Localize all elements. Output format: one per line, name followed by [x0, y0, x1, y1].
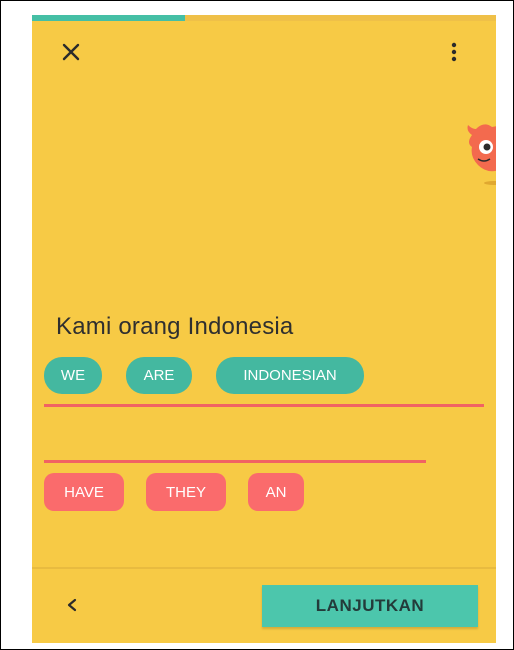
bank-chip-have[interactable]: HAVE — [44, 473, 124, 511]
word-bank-divider — [44, 460, 426, 463]
more-vertical-icon — [451, 42, 457, 62]
device-frame: Kami orang Indonesia WE ARE INDONESIAN H… — [0, 0, 514, 650]
word-bank-chips: HAVE THEY AN — [44, 473, 304, 511]
monster-mascot-icon — [467, 124, 496, 185]
progress-fill — [32, 15, 186, 21]
continue-button[interactable]: LANJUTKAN — [262, 585, 478, 627]
bank-chip-they[interactable]: THEY — [146, 473, 226, 511]
answer-chip-we[interactable]: WE — [44, 357, 102, 394]
lesson-screen: Kami orang Indonesia WE ARE INDONESIAN H… — [32, 15, 496, 643]
footer-divider — [32, 567, 496, 569]
answer-chips: WE ARE INDONESIAN — [44, 357, 364, 394]
chevron-left-icon — [67, 598, 77, 612]
bank-chip-an[interactable]: AN — [248, 473, 304, 511]
answer-chip-indonesian[interactable]: INDONESIAN — [216, 357, 364, 394]
back-button[interactable] — [60, 593, 84, 617]
answer-chip-are[interactable]: ARE — [126, 357, 192, 394]
more-options-button[interactable] — [440, 35, 468, 69]
prompt-sentence: Kami orang Indonesia — [56, 313, 294, 340]
progress-bar — [32, 15, 496, 21]
answer-underline — [44, 404, 484, 407]
close-icon — [62, 43, 80, 61]
close-button[interactable] — [54, 35, 88, 69]
